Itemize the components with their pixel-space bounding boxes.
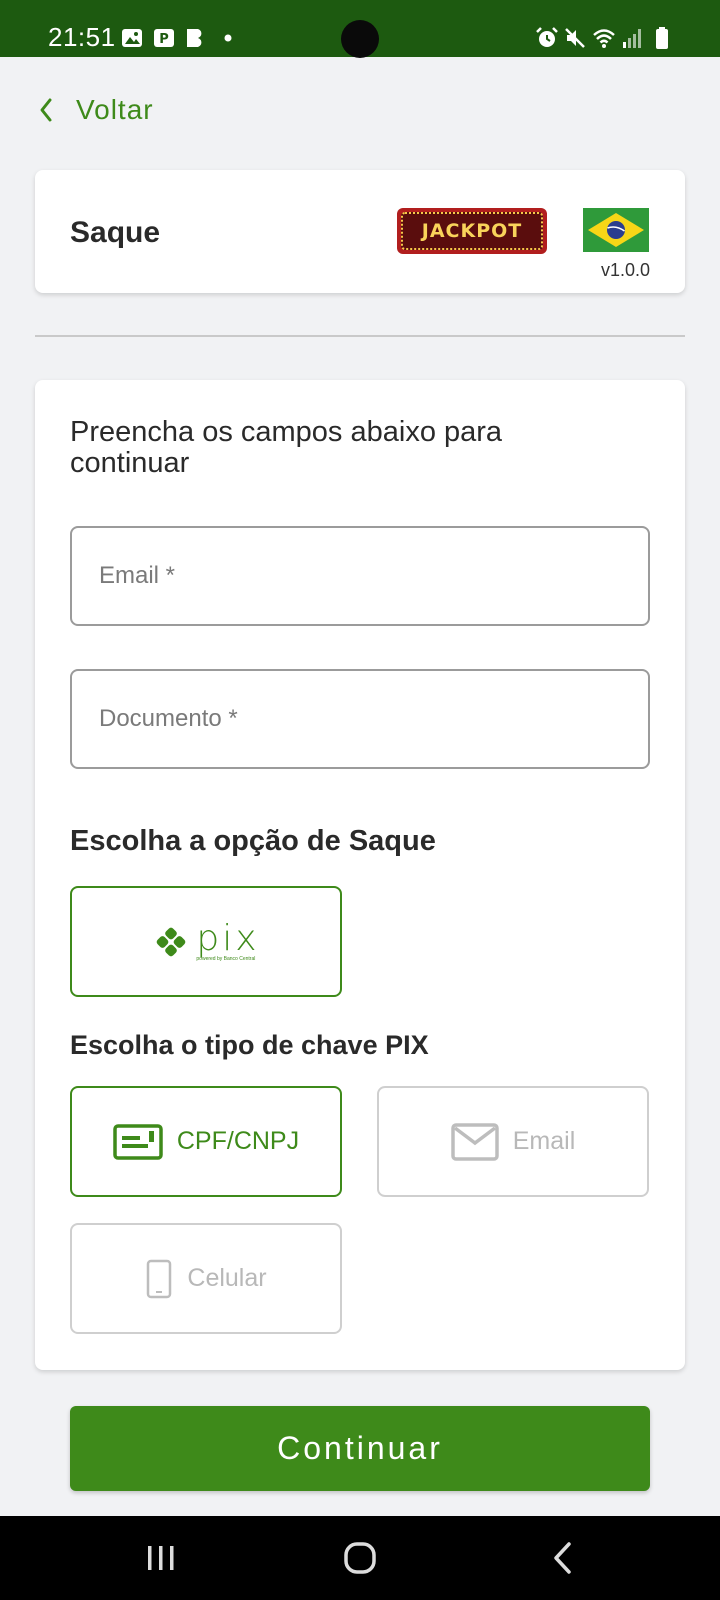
email-input[interactable] [72, 528, 648, 624]
jackpot-logo-text: JACKPOT [421, 220, 523, 242]
status-time: 21:51 [48, 22, 116, 52]
parking-app-icon: P [154, 29, 174, 47]
pix-key-email[interactable]: Email [377, 1086, 649, 1197]
pix-logo-subtext: powered by Banco Central [196, 955, 256, 962]
pix-key-label: Email [512, 1127, 576, 1155]
pix-key-type-title: Escolha o tipo de chave PIX [70, 1030, 429, 1060]
page-title: Saque [70, 216, 161, 249]
jackpot-logo: JACKPOT [397, 208, 547, 254]
alarm-icon [536, 27, 558, 47]
pix-key-celular[interactable]: Celular [70, 1223, 342, 1334]
chevron-left-icon [40, 98, 52, 122]
divider [35, 335, 685, 337]
pix-icon [157, 927, 186, 956]
mute-icon [565, 28, 585, 48]
brazil-flag-icon [583, 208, 649, 252]
system-nav-bar [0, 1516, 720, 1600]
b-app-icon [187, 29, 202, 47]
battery-icon [656, 27, 668, 49]
app-version: v1.0.0 [600, 260, 650, 280]
image-icon [122, 29, 142, 47]
back-label: Voltar [76, 94, 154, 125]
wifi-icon [593, 29, 615, 48]
home-icon[interactable] [341, 1538, 381, 1578]
form-intro: Preencha os campos abaixo para continuar [70, 416, 503, 479]
withdraw-option-title: Escolha a opção de Saque [70, 825, 436, 857]
pix-logo-text: pix [196, 917, 260, 959]
status-bar: 21:51 P [0, 0, 720, 58]
camera-cutout [341, 20, 379, 58]
envelope-icon [450, 1122, 499, 1161]
withdraw-option-pix[interactable]: pix powered by Banco Central [70, 886, 342, 997]
document-input[interactable] [72, 671, 648, 767]
signal-icon [623, 29, 641, 48]
document-field[interactable] [70, 669, 650, 769]
back-button[interactable]: Voltar [38, 94, 154, 126]
recent-apps-icon[interactable] [141, 1538, 181, 1578]
pix-key-label: CPF/CNPJ [176, 1127, 300, 1155]
id-card-icon [113, 1123, 163, 1160]
header-card: Saque JACKPOT v1.0.0 [35, 170, 685, 293]
dot-icon [224, 34, 232, 42]
svg-text:P: P [159, 32, 169, 47]
pix-key-label: Celular [187, 1264, 267, 1292]
pix-key-cpf-cnpj[interactable]: CPF/CNPJ [70, 1086, 342, 1197]
email-field[interactable] [70, 526, 650, 626]
withdraw-form-card: Preencha os campos abaixo para continuar… [35, 380, 685, 1370]
back-nav-icon[interactable] [544, 1538, 584, 1578]
phone-icon [147, 1259, 172, 1298]
pix-logo: pix powered by Banco Central [196, 917, 260, 962]
continue-button[interactable]: Continuar [70, 1406, 650, 1491]
